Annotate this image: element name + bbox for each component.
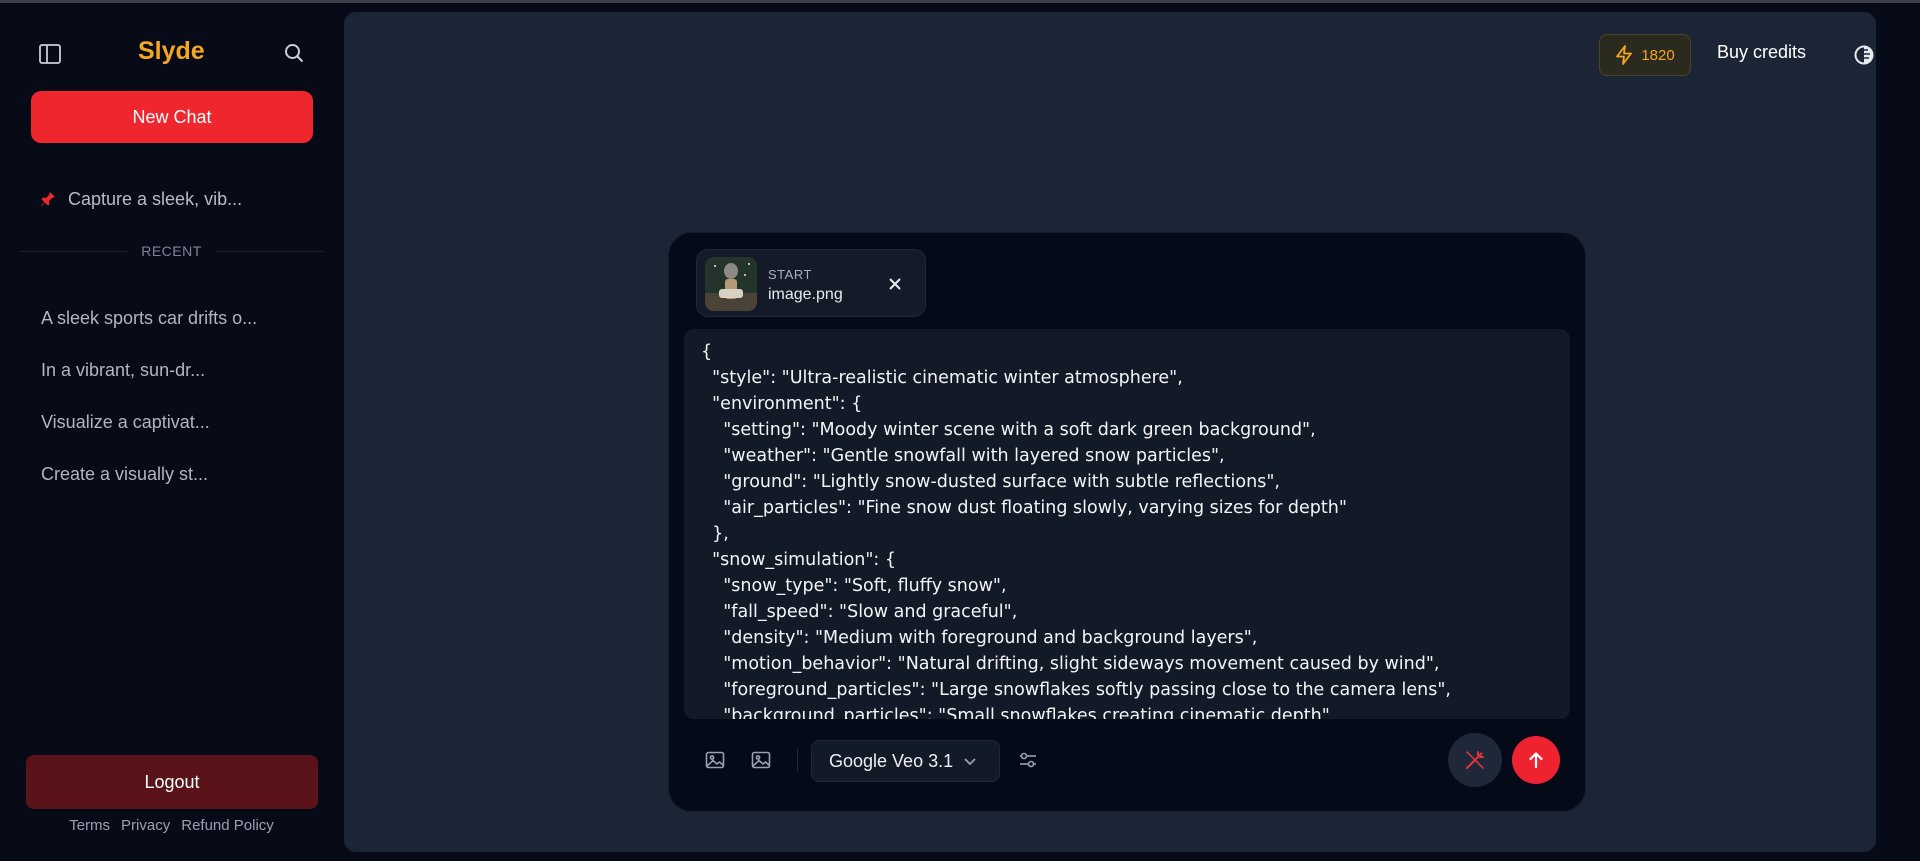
- close-icon: [889, 278, 901, 290]
- image-icon: [751, 751, 771, 769]
- lightning-icon: [1616, 45, 1633, 65]
- brand-logo[interactable]: Slyde: [138, 37, 205, 66]
- sidebar-toggle-button[interactable]: [37, 41, 63, 67]
- pinned-chat-label: Capture a sleek, vib...: [68, 188, 243, 209]
- new-chat-button[interactable]: New Chat: [31, 91, 313, 143]
- toolbar-separator: [797, 748, 798, 772]
- attachment-thumbnail: [705, 257, 757, 311]
- pinned-chat-item[interactable]: Capture a sleek, vib...: [40, 183, 310, 215]
- chevron-down-icon: [964, 757, 976, 765]
- recent-section-label: RECENT: [141, 243, 202, 259]
- pin-icon: [41, 192, 55, 206]
- recent-chat-item[interactable]: A sleek sports car drifts o...: [41, 292, 301, 344]
- recent-chat-item[interactable]: Visualize a captivat...: [41, 396, 301, 448]
- send-button[interactable]: [1512, 736, 1560, 784]
- theme-toggle-button[interactable]: [1850, 41, 1878, 69]
- model-select-value: Google Veo 3.1: [829, 750, 954, 771]
- recent-chat-item[interactable]: In a vibrant, sun-dr...: [41, 344, 301, 396]
- image-icon: [705, 751, 725, 769]
- add-image-button[interactable]: [699, 744, 731, 776]
- attachment-tag: START: [768, 267, 812, 282]
- prompt-textarea[interactable]: { "style": "Ultra-realistic cinematic wi…: [684, 329, 1570, 719]
- search-icon: [285, 44, 304, 63]
- recent-chat-item[interactable]: Create a visually st...: [41, 448, 301, 500]
- sliders-icon: [1020, 752, 1036, 768]
- magic-wand-icon: [1466, 751, 1484, 769]
- start-image-attachment[interactable]: START image.png: [696, 249, 926, 317]
- enhance-prompt-button[interactable]: [1448, 733, 1502, 787]
- logout-button[interactable]: Logout: [26, 755, 318, 809]
- credits-badge[interactable]: 1820: [1599, 34, 1691, 76]
- sidebar: Slyde New Chat Capture a sleek, vib... R…: [0, 3, 343, 861]
- divider-line: [215, 250, 323, 252]
- remove-attachment-button[interactable]: [885, 274, 905, 294]
- theme-toggle-icon: [1854, 45, 1874, 65]
- recent-chat-list: A sleek sports car drifts o... In a vibr…: [41, 292, 301, 500]
- main-panel: 1820 Buy credits START image.png {"styl…: [344, 12, 1876, 852]
- settings-button[interactable]: [1012, 744, 1044, 776]
- search-button[interactable]: [281, 40, 307, 66]
- footer-links: Terms Privacy Refund Policy: [0, 817, 343, 834]
- divider-line: [20, 250, 128, 252]
- recent-section-divider: RECENT: [20, 240, 323, 262]
- arrow-up-icon: [1529, 752, 1543, 769]
- sidebar-toggle-icon: [39, 44, 61, 64]
- prompt-composer: START image.png { "style": "Ultra-realis…: [668, 232, 1586, 812]
- attachment-filename: image.png: [768, 286, 843, 303]
- add-end-image-button[interactable]: [745, 744, 777, 776]
- buy-credits-button[interactable]: Buy credits: [1717, 42, 1806, 63]
- prompt-text: { "style": "Ultra-realistic cinematic wi…: [701, 342, 1451, 719]
- privacy-link[interactable]: Privacy: [121, 817, 170, 834]
- credits-count: 1820: [1641, 46, 1675, 64]
- model-select[interactable]: Google Veo 3.1: [811, 740, 1000, 782]
- refund-policy-link[interactable]: Refund Policy: [181, 817, 274, 834]
- terms-link[interactable]: Terms: [69, 817, 110, 834]
